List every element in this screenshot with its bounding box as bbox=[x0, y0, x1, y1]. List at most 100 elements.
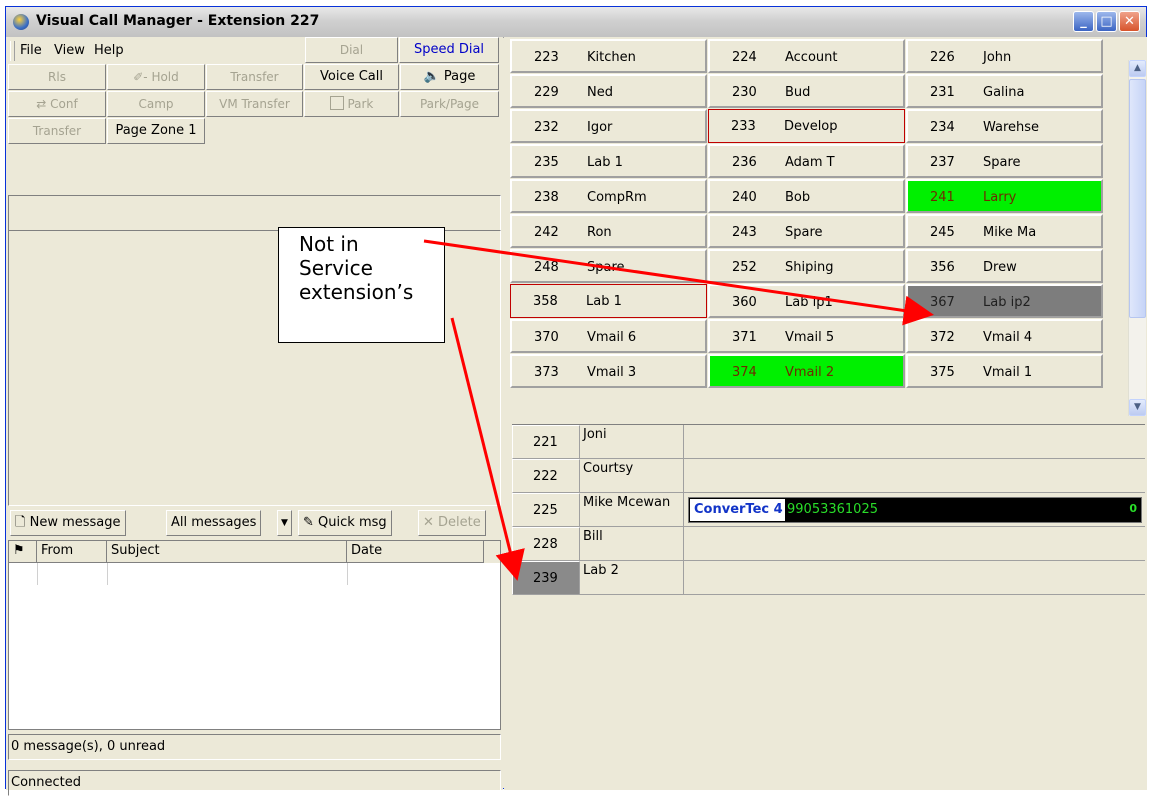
extension-number: 373 bbox=[534, 365, 559, 380]
col-from[interactable]: From bbox=[37, 541, 107, 563]
extension-242[interactable]: 242 Ron bbox=[510, 214, 707, 248]
extension-233[interactable]: 233 Develop bbox=[708, 109, 905, 143]
extension-number: 241 bbox=[930, 190, 955, 205]
extension-237[interactable]: 237 Spare bbox=[906, 144, 1103, 178]
extension-231[interactable]: 231 Galina bbox=[906, 74, 1103, 108]
extension-370[interactable]: 370 Vmail 6 bbox=[510, 319, 707, 353]
chevron-down-icon[interactable]: ▼ bbox=[277, 510, 292, 536]
extension-243[interactable]: 243 Spare bbox=[708, 214, 905, 248]
line-call-info: ConverTec 4 99053361025 0 bbox=[684, 493, 1145, 527]
quick-msg-label: Quick msg bbox=[318, 515, 387, 530]
scroll-down-icon[interactable]: ▼ bbox=[1129, 399, 1146, 416]
extension-367[interactable]: 367 Lab ip2 bbox=[906, 284, 1103, 318]
line-name: Courtsy bbox=[580, 459, 684, 493]
extension-name: Vmail 1 bbox=[983, 365, 1033, 380]
all-messages-button[interactable]: All messages bbox=[166, 510, 262, 536]
flag-icon[interactable]: ⚑ bbox=[9, 541, 37, 563]
extension-name: Kitchen bbox=[587, 50, 636, 65]
maximize-button[interactable]: □ bbox=[1096, 11, 1117, 32]
line-list: 221 Joni 222 Courtsy 225 Mike Mcewan ConverTec… bbox=[512, 424, 1145, 597]
extension-235[interactable]: 235 Lab 1 bbox=[510, 144, 707, 178]
active-call-display[interactable]: ConverTec 4 99053361025 0 bbox=[688, 497, 1142, 523]
extension-name: Galina bbox=[983, 85, 1025, 100]
message-list[interactable]: ⚑ From Subject Date bbox=[8, 540, 501, 730]
line-row[interactable]: 228 Bill bbox=[512, 527, 1145, 561]
extension-373[interactable]: 373 Vmail 3 bbox=[510, 354, 707, 388]
speed-dial-button[interactable]: Speed Dial bbox=[399, 37, 499, 63]
camp-button[interactable]: Camp bbox=[107, 91, 205, 117]
transfer2-button[interactable]: Transfer bbox=[8, 118, 106, 144]
new-message-button[interactable]: 🗋 New message bbox=[10, 510, 126, 536]
page-button[interactable]: 🔈 Page bbox=[400, 64, 499, 90]
rls-button[interactable]: Rls bbox=[8, 64, 106, 90]
line-number[interactable]: 239 bbox=[512, 561, 580, 595]
line-call-info bbox=[684, 527, 1145, 561]
line-row[interactable]: 221 Joni bbox=[512, 425, 1145, 459]
extension-356[interactable]: 356 Drew bbox=[906, 249, 1103, 283]
line-number[interactable]: 228 bbox=[512, 527, 580, 561]
line-row[interactable]: 225 Mike Mcewan ConverTec 4 99053361025 0 bbox=[512, 493, 1145, 527]
extension-name: Vmail 6 bbox=[587, 330, 637, 345]
minimize-button[interactable]: _ bbox=[1073, 11, 1094, 32]
extension-number: 234 bbox=[930, 120, 955, 135]
col-subject[interactable]: Subject bbox=[107, 541, 347, 563]
extension-name: Drew bbox=[983, 260, 1017, 275]
quick-msg-button[interactable]: ✎ Quick msg bbox=[298, 510, 392, 536]
extension-name: Vmail 2 bbox=[785, 365, 835, 380]
transfer-button[interactable]: Transfer bbox=[206, 64, 303, 90]
extension-number: 358 bbox=[533, 294, 558, 309]
extension-372[interactable]: 372 Vmail 4 bbox=[906, 319, 1103, 353]
extension-375[interactable]: 375 Vmail 1 bbox=[906, 354, 1103, 388]
extension-360[interactable]: 360 Lab ip1 bbox=[708, 284, 905, 318]
delete-button[interactable]: ✕ Delete bbox=[418, 510, 486, 536]
extension-229[interactable]: 229 Ned bbox=[510, 74, 707, 108]
extension-358[interactable]: 358 Lab 1 bbox=[510, 284, 707, 318]
line-number[interactable]: 222 bbox=[512, 459, 580, 493]
vm-transfer-button[interactable]: VM Transfer bbox=[206, 91, 303, 117]
voice-call-button[interactable]: Voice Call bbox=[304, 64, 399, 90]
scroll-up-icon[interactable]: ▲ bbox=[1129, 60, 1146, 77]
extension-374[interactable]: 374 Vmail 2 bbox=[708, 354, 905, 388]
new-message-label: New message bbox=[29, 515, 121, 530]
extension-232[interactable]: 232 Igor bbox=[510, 109, 707, 143]
page-label: Page bbox=[443, 69, 476, 84]
scroll-thumb[interactable] bbox=[1129, 79, 1146, 318]
extension-245[interactable]: 245 Mike Ma bbox=[906, 214, 1103, 248]
menu-file[interactable]: File bbox=[20, 43, 42, 58]
line-number[interactable]: 221 bbox=[512, 425, 580, 459]
extension-240[interactable]: 240 Bob bbox=[708, 179, 905, 213]
extension-226[interactable]: 226 John bbox=[906, 39, 1103, 73]
extension-number: 370 bbox=[534, 330, 559, 345]
line-row[interactable]: 222 Courtsy bbox=[512, 459, 1145, 493]
extension-236[interactable]: 236 Adam T bbox=[708, 144, 905, 178]
extension-230[interactable]: 230 Bud bbox=[708, 74, 905, 108]
vertical-scrollbar[interactable]: ▲ ▼ bbox=[1128, 60, 1146, 416]
extension-number: 242 bbox=[534, 225, 559, 240]
extension-252[interactable]: 252 Shiping bbox=[708, 249, 905, 283]
extension-241[interactable]: 241 Larry bbox=[906, 179, 1103, 213]
line-row[interactable]: 239 Lab 2 bbox=[512, 561, 1145, 595]
park-page-button[interactable]: Park/Page bbox=[400, 91, 499, 117]
dial-button[interactable]: Dial bbox=[305, 37, 398, 63]
park-button[interactable]: Park bbox=[304, 91, 399, 117]
conf-button[interactable]: ⇄ Conf bbox=[8, 91, 106, 117]
extension-248[interactable]: 248 Spare bbox=[510, 249, 707, 283]
extension-224[interactable]: 224 Account bbox=[708, 39, 905, 73]
extension-371[interactable]: 371 Vmail 5 bbox=[708, 319, 905, 353]
toolbar-grip[interactable] bbox=[10, 41, 15, 61]
extension-223[interactable]: 223 Kitchen bbox=[510, 39, 707, 73]
menu-view[interactable]: View bbox=[54, 43, 85, 58]
title-bar[interactable]: Visual Call Manager - Extension 227 _ □ … bbox=[6, 7, 1146, 38]
right-panel: 223 Kitchen 224 Account 226 John 229 Ned 230 Bud 2… bbox=[504, 37, 1147, 790]
menu-help[interactable]: Help bbox=[94, 43, 124, 58]
caller-number: 99053361025 bbox=[787, 502, 878, 517]
col-date[interactable]: Date bbox=[347, 541, 484, 563]
column-divider bbox=[37, 563, 38, 585]
extension-234[interactable]: 234 Warehse bbox=[906, 109, 1103, 143]
hold-button[interactable]: ✐- Hold bbox=[107, 64, 205, 90]
close-button[interactable]: ✕ bbox=[1119, 11, 1140, 32]
extension-name: Shiping bbox=[785, 260, 834, 275]
page-zone-button[interactable]: Page Zone 1 bbox=[107, 118, 205, 144]
line-number[interactable]: 225 bbox=[512, 493, 580, 527]
extension-238[interactable]: 238 CompRm bbox=[510, 179, 707, 213]
